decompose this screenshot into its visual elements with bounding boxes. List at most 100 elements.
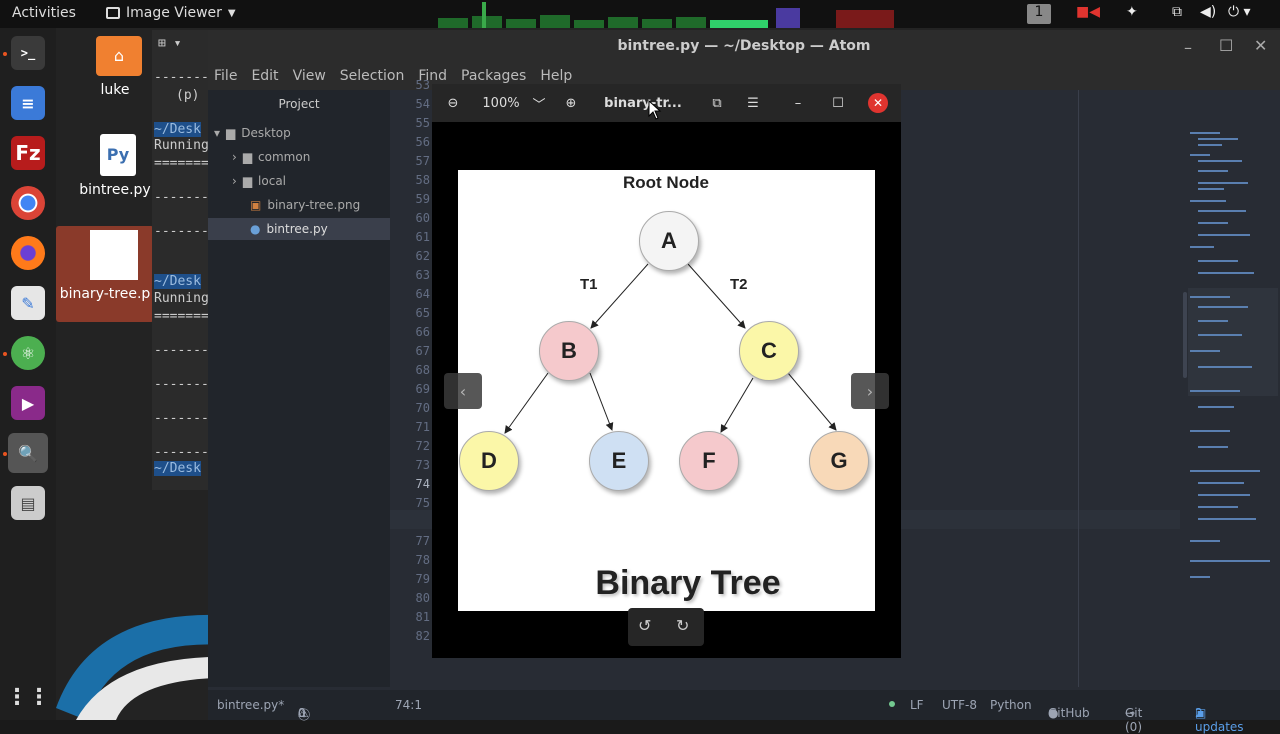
rotate-left-button[interactable]: ↺ bbox=[638, 616, 651, 635]
terminal-line: ------- bbox=[154, 70, 209, 85]
line-number: 73 bbox=[415, 458, 430, 472]
folder-icon: ▆ bbox=[242, 150, 253, 164]
scrollbar-thumb[interactable] bbox=[1183, 292, 1187, 378]
line-number: 71 bbox=[415, 420, 430, 434]
menu-button[interactable]: ☰ bbox=[740, 90, 766, 116]
cursor-position[interactable]: 74:1 bbox=[395, 698, 422, 712]
git-status-dot bbox=[889, 701, 895, 707]
mouse-pointer-icon bbox=[648, 100, 662, 120]
minimize-button[interactable]: – bbox=[1184, 38, 1192, 57]
text-editor-icon[interactable]: ✎ bbox=[11, 286, 45, 320]
minimize-button[interactable]: – bbox=[788, 90, 808, 116]
desktop-icon-binary-tree-png[interactable]: binary-tree.p bbox=[56, 226, 154, 322]
terminal-window[interactable]: ⊞ ▾ ------- (p) ~/Desk Running ======= -… bbox=[152, 30, 212, 490]
line-ending[interactable]: LF bbox=[910, 698, 924, 712]
chrome-icon[interactable] bbox=[11, 186, 45, 220]
binary-tree-image: Root Node T1 T2 A B C D E F G Binary Tre… bbox=[458, 170, 875, 611]
video-player-icon[interactable]: ▶ bbox=[11, 386, 45, 420]
terminal-line: ======= bbox=[154, 156, 209, 171]
tree-item-common[interactable]: › ▆ common bbox=[208, 146, 390, 168]
firefox-icon[interactable] bbox=[11, 236, 45, 270]
next-image-button[interactable]: › bbox=[851, 373, 889, 409]
terminal-line: ~/Desk bbox=[154, 461, 201, 476]
tree-node-b: B bbox=[539, 321, 599, 381]
tree-root-desktop[interactable]: ▾ ▆ Desktop bbox=[208, 122, 390, 144]
video-camera-icon[interactable]: ■◀ bbox=[1076, 4, 1100, 24]
tree-node-f: F bbox=[679, 431, 739, 491]
terminal-line: ~/Desk bbox=[154, 274, 201, 289]
power-icon[interactable]: ⏻ ▾ bbox=[1228, 4, 1251, 24]
image-viewer-header: ⊖ 100% ﹀ ⊕ binary-tr... ⧉ ☰ – ☐ ✕ bbox=[432, 84, 901, 122]
tree-item-label: bintree.py bbox=[266, 222, 328, 236]
minimap[interactable] bbox=[1188, 130, 1278, 590]
line-number: 59 bbox=[415, 192, 430, 206]
tree-node-g: G bbox=[809, 431, 869, 491]
tree-item-binary-tree-png[interactable]: ▣ binary-tree.png bbox=[208, 194, 390, 216]
terminal-line: ------- bbox=[154, 411, 209, 426]
zoom-dropdown[interactable]: ﹀ bbox=[528, 90, 550, 116]
fullscreen-button[interactable]: ⧉ bbox=[704, 90, 730, 116]
running-indicator bbox=[3, 352, 7, 356]
terminal-line: ------- bbox=[154, 377, 209, 392]
edge-label-t2: T2 bbox=[730, 276, 748, 293]
dropbox-icon[interactable]: ✦ bbox=[1126, 4, 1138, 24]
zoom-out-button[interactable]: ⊖ bbox=[438, 90, 468, 116]
line-number: 63 bbox=[415, 268, 430, 282]
menu-edit[interactable]: Edit bbox=[244, 62, 285, 90]
line-number: 67 bbox=[415, 344, 430, 358]
line-number: 70 bbox=[415, 401, 430, 415]
terminal-line: ~/Desk bbox=[154, 122, 201, 137]
atom-icon[interactable]: ⚛ bbox=[11, 336, 45, 370]
info-count: 0 bbox=[298, 706, 306, 720]
maximize-button[interactable]: ☐ bbox=[1219, 36, 1233, 55]
line-number: 54 bbox=[415, 97, 430, 111]
close-button[interactable]: ✕ bbox=[1254, 36, 1267, 55]
text-document-icon[interactable]: ≡ bbox=[11, 86, 45, 120]
line-number: 60 bbox=[415, 211, 430, 225]
terminal-icon[interactable]: >_ bbox=[11, 36, 45, 70]
tree-item-label: Desktop bbox=[241, 126, 291, 140]
app-menu[interactable]: Image Viewer ▼ bbox=[106, 5, 236, 21]
zoom-in-button[interactable]: ⊕ bbox=[556, 90, 586, 116]
volume-icon[interactable]: ◀) bbox=[1200, 4, 1216, 24]
new-tab-button[interactable]: ⊞ ▾ bbox=[158, 36, 181, 51]
menu-view[interactable]: View bbox=[286, 62, 333, 90]
activities-button[interactable]: Activities bbox=[12, 5, 76, 21]
system-monitor-graph bbox=[436, 0, 896, 28]
filezilla-icon[interactable]: Fz bbox=[11, 136, 45, 170]
line-number: 74 bbox=[415, 477, 430, 491]
rotate-toolbar: ↺ ↻ bbox=[628, 608, 704, 646]
grammar[interactable]: Python bbox=[990, 698, 1032, 712]
chevron-right-icon: › bbox=[232, 174, 237, 188]
line-number: 81 bbox=[415, 610, 430, 624]
encoding[interactable]: UTF-8 bbox=[942, 698, 977, 712]
previous-image-button[interactable]: ‹ bbox=[444, 373, 482, 409]
image-thumbnail-icon bbox=[90, 230, 138, 280]
show-applications-icon[interactable]: ⋮⋮ bbox=[6, 680, 50, 714]
status-file-name[interactable]: bintree.py* bbox=[217, 698, 284, 712]
chevron-down-icon: ▾ bbox=[214, 126, 221, 140]
network-icon[interactable]: ⧉ bbox=[1172, 4, 1182, 24]
maximize-button[interactable]: ☐ bbox=[828, 90, 848, 116]
rotate-right-button[interactable]: ↻ bbox=[676, 616, 689, 635]
line-number: 55 bbox=[415, 116, 430, 130]
line-number: 78 bbox=[415, 553, 430, 567]
close-button[interactable]: ✕ bbox=[868, 93, 888, 113]
line-number: 65 bbox=[415, 306, 430, 320]
updates-label: 2 updates bbox=[1195, 706, 1244, 734]
terminal-line: Running bbox=[154, 138, 209, 153]
tree-node-d: D bbox=[459, 431, 519, 491]
terminal-line: (p) bbox=[176, 88, 200, 103]
image-viewer-icon[interactable]: 🔍 bbox=[8, 433, 48, 473]
archive-manager-icon[interactable]: ▤ bbox=[11, 486, 45, 520]
menu-file[interactable]: File bbox=[208, 62, 244, 90]
folder-icon: ▆ bbox=[226, 126, 236, 140]
image-file-name: binary-tr... bbox=[604, 95, 682, 111]
chevron-down-icon: ▼ bbox=[227, 7, 236, 19]
line-number: 79 bbox=[415, 572, 430, 586]
workspace-indicator[interactable]: 1 bbox=[1027, 4, 1051, 24]
terminal-line: ------- bbox=[154, 224, 209, 239]
tree-item-local[interactable]: › ▆ local bbox=[208, 170, 390, 192]
line-number: 56 bbox=[415, 135, 430, 149]
tree-item-bintree-py[interactable]: ● bintree.py bbox=[208, 218, 390, 240]
